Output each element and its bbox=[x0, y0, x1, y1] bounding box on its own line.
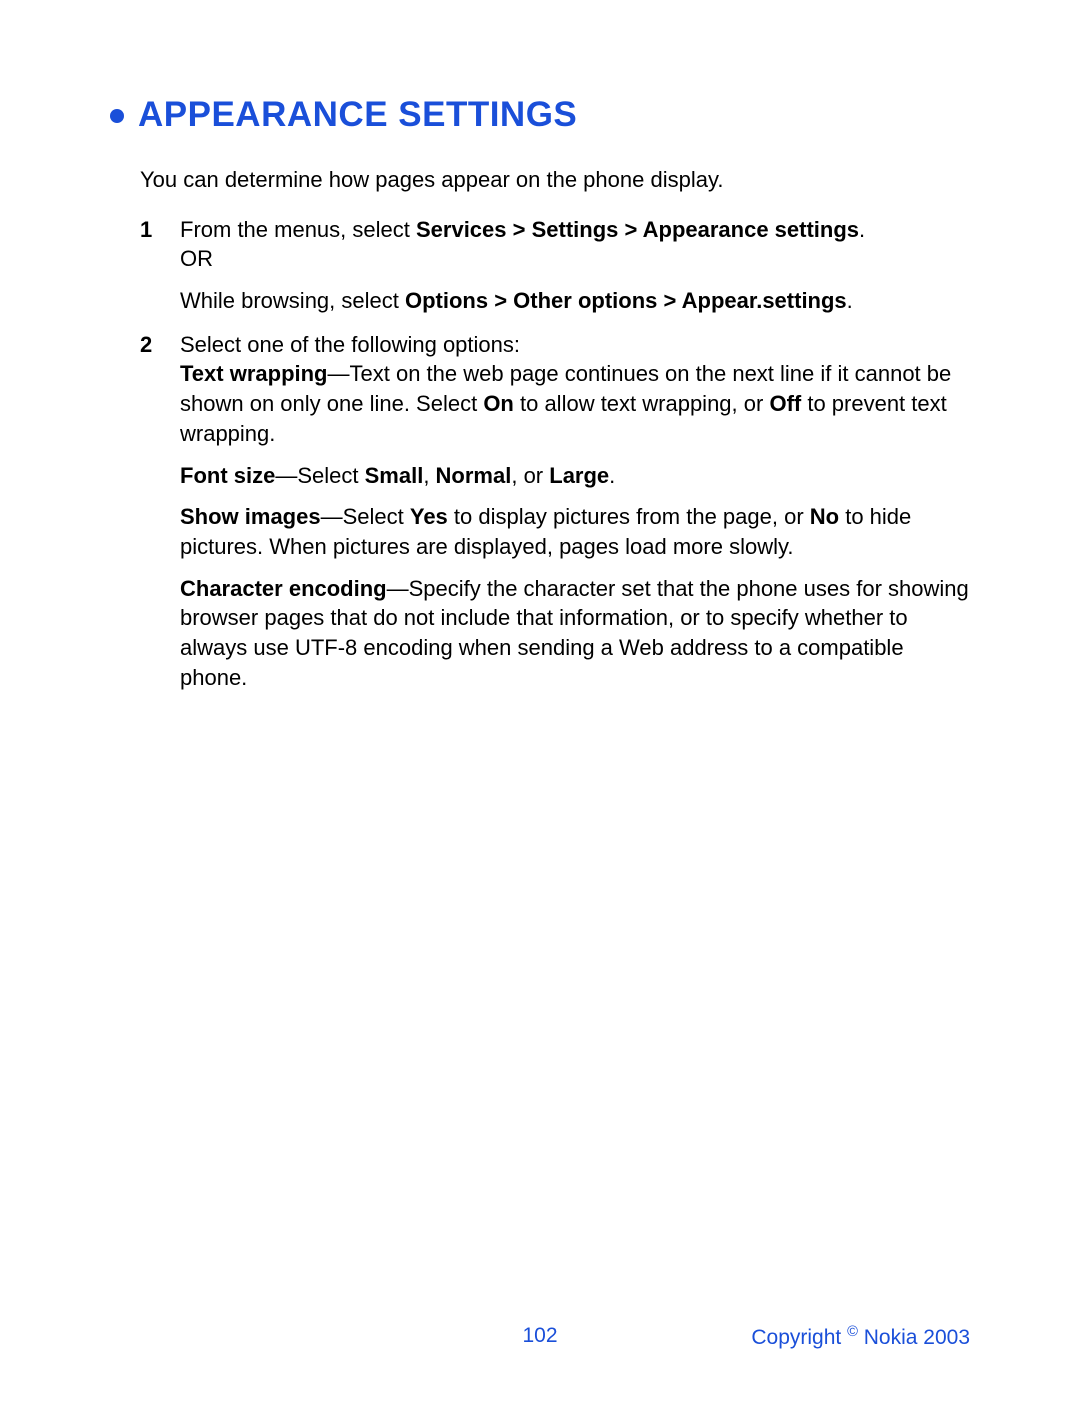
text: Nokia 2003 bbox=[858, 1326, 970, 1349]
value-off: Off bbox=[769, 391, 801, 416]
option-label: Font size bbox=[180, 463, 275, 488]
option-show-images: Show images—Select Yes to display pictur… bbox=[180, 502, 970, 561]
option-font-size: Font size—Select Small, Normal, or Large… bbox=[180, 461, 970, 491]
text: . bbox=[609, 463, 615, 488]
text: Copyright bbox=[751, 1326, 847, 1349]
step-1-line-1: From the menus, select Services > Settin… bbox=[180, 215, 970, 274]
document-page: APPEARANCE SETTINGS You can determine ho… bbox=[0, 0, 1080, 692]
text: to display pictures from the page, or bbox=[448, 504, 810, 529]
text: , or bbox=[511, 463, 549, 488]
text: . bbox=[859, 217, 865, 242]
heading-row: APPEARANCE SETTINGS bbox=[110, 95, 970, 135]
text: From the menus, select bbox=[180, 217, 416, 242]
step-2-opener: Select one of the following options: bbox=[180, 330, 970, 360]
intro-text: You can determine how pages appear on th… bbox=[140, 165, 970, 195]
option-label: Character encoding bbox=[180, 576, 387, 601]
copyright: Copyright © Nokia 2003 bbox=[751, 1324, 970, 1350]
footer-inner: 102 Copyright © Nokia 2003 bbox=[110, 1324, 970, 1350]
step-1-line-2: While browsing, select Options > Other o… bbox=[180, 286, 970, 316]
step-number: 2 bbox=[140, 330, 156, 693]
or-text: OR bbox=[180, 246, 213, 271]
text: . bbox=[847, 288, 853, 313]
value-small: Small bbox=[365, 463, 424, 488]
page-number: 102 bbox=[522, 1324, 557, 1348]
page-footer: 102 Copyright © Nokia 2003 bbox=[0, 1324, 1080, 1350]
option-text-wrapping: Text wrapping—Text on the web page conti… bbox=[180, 359, 970, 448]
step-body: From the menus, select Services > Settin… bbox=[180, 215, 970, 316]
value-no: No bbox=[810, 504, 839, 529]
menu-path: Options > Other options > Appear.setting… bbox=[405, 288, 847, 313]
value-large: Large bbox=[549, 463, 609, 488]
text: to allow text wrapping, or bbox=[514, 391, 770, 416]
value-yes: Yes bbox=[410, 504, 448, 529]
menu-path: Services > Settings > Appearance setting… bbox=[416, 217, 859, 242]
option-label: Show images bbox=[180, 504, 321, 529]
step-number: 1 bbox=[140, 215, 156, 316]
value-on: On bbox=[483, 391, 514, 416]
option-character-encoding: Character encoding—Specify the character… bbox=[180, 574, 970, 693]
text: —Select bbox=[275, 463, 364, 488]
copyright-symbol: © bbox=[847, 1324, 858, 1340]
bullet-icon bbox=[110, 109, 124, 123]
option-label: Text wrapping bbox=[180, 361, 328, 386]
value-normal: Normal bbox=[436, 463, 512, 488]
page-title: APPEARANCE SETTINGS bbox=[138, 95, 577, 135]
text: , bbox=[423, 463, 435, 488]
step-1: 1 From the menus, select Services > Sett… bbox=[140, 215, 970, 316]
text: While browsing, select bbox=[180, 288, 405, 313]
step-body: Select one of the following options: Tex… bbox=[180, 330, 970, 693]
text: —Select bbox=[321, 504, 410, 529]
step-2: 2 Select one of the following options: T… bbox=[140, 330, 970, 693]
steps-list: 1 From the menus, select Services > Sett… bbox=[140, 215, 970, 693]
